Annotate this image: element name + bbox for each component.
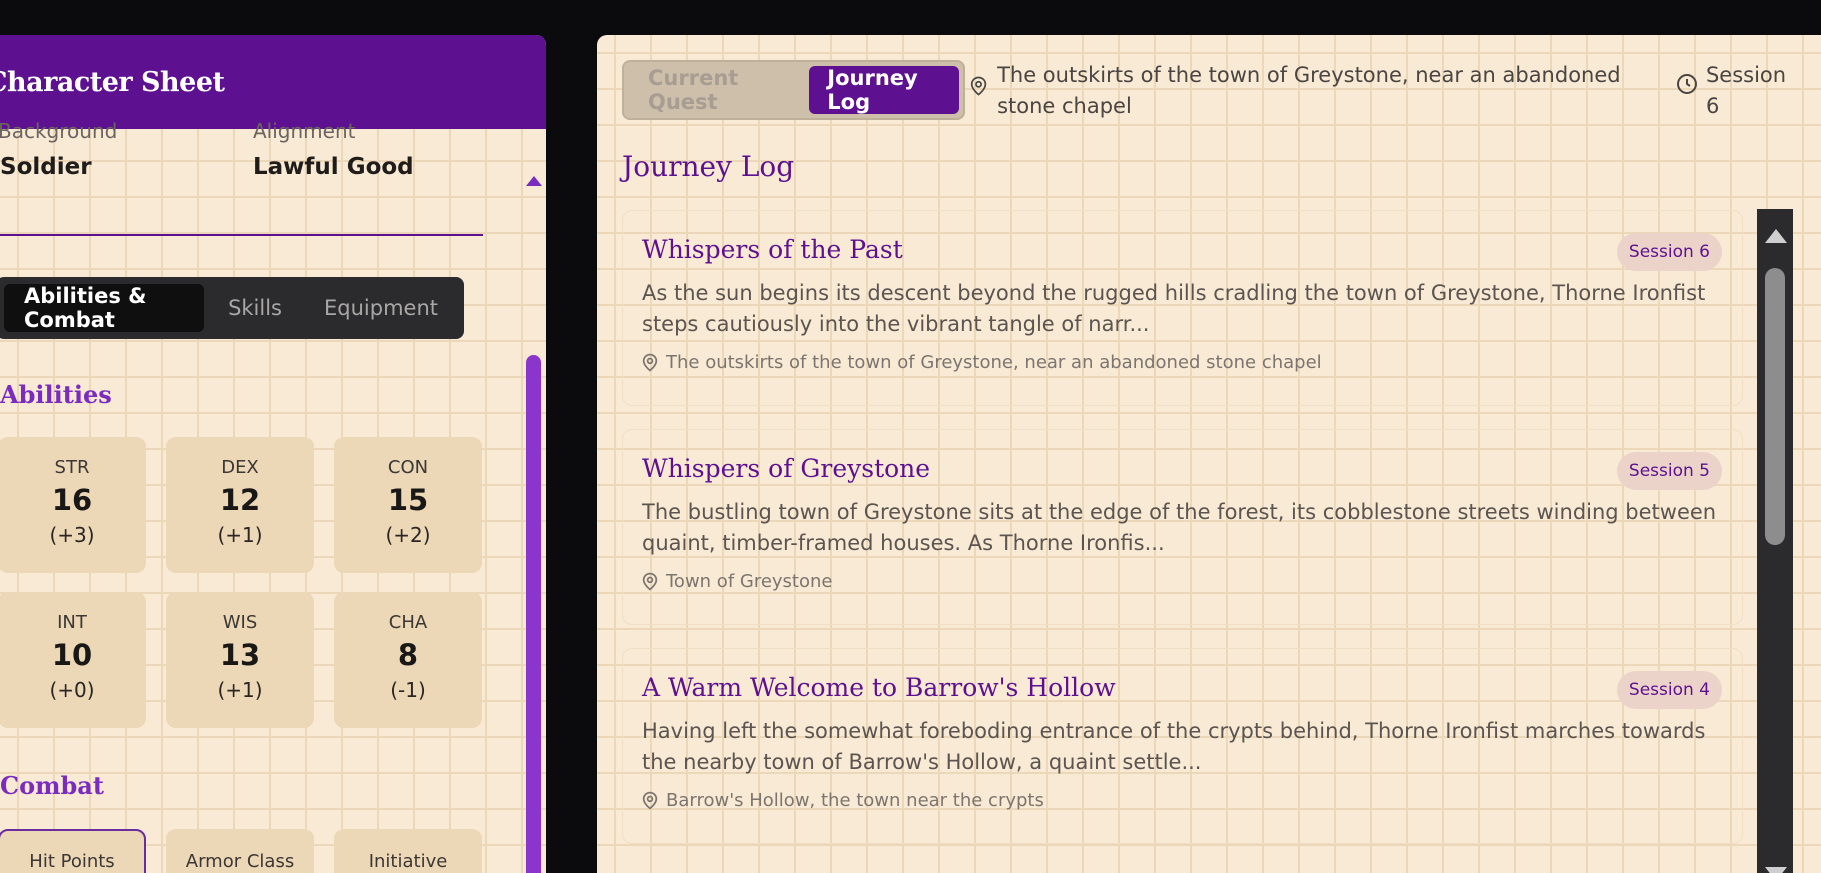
ability-modifier: (+1)	[217, 523, 263, 547]
ability-name: STR	[54, 457, 90, 478]
entry-location: Barrow's Hollow, the town near the crypt…	[642, 790, 1722, 811]
session-badge: Session 6	[1616, 233, 1722, 271]
ability-modifier: (+0)	[49, 678, 95, 702]
ability-score: 15	[387, 483, 429, 517]
map-pin-icon	[970, 76, 987, 96]
session-badge: Session 4	[1616, 671, 1722, 709]
ability-name: DEX	[221, 457, 259, 478]
hit-points-label: Hit Points	[29, 851, 115, 872]
session-badge: Session 5	[1616, 452, 1722, 490]
ability-modifier: (+2)	[385, 523, 431, 547]
hit-points-card[interactable]: Hit Points	[0, 829, 146, 873]
entry-location: Town of Greystone	[642, 571, 1722, 592]
tab-equipment[interactable]: Equipment	[306, 284, 456, 332]
left-scrollbar-thumb[interactable]	[526, 355, 541, 873]
clock-icon	[1676, 74, 1697, 94]
current-location-text: The outskirts of the town of Greystone, …	[997, 63, 1621, 118]
journey-panel: Current Quest Journey Log The outskirts …	[597, 35, 1821, 873]
ability-card-dex[interactable]: DEX 12 (+1)	[166, 437, 314, 573]
ability-modifier: (+1)	[217, 678, 263, 702]
ability-card-str[interactable]: STR 16 (+3)	[0, 437, 146, 573]
scrollbar-thumb[interactable]	[1765, 268, 1785, 545]
entry-title: Whispers of Greystone	[642, 454, 931, 483]
current-session-text: Session 6	[1705, 63, 1787, 118]
background-value: Soldier	[0, 154, 92, 180]
journey-entry[interactable]: A Warm Welcome to Barrow's Hollow Sessio…	[622, 648, 1743, 844]
armor-class-card[interactable]: Armor Class	[166, 829, 314, 873]
alignment-label: Alignment	[253, 119, 356, 143]
ability-name: INT	[57, 612, 87, 633]
entry-location-text: Town of Greystone	[666, 571, 833, 592]
map-pin-icon	[642, 572, 658, 591]
entry-text: As the sun begins its descent beyond the…	[642, 281, 1706, 336]
character-sheet-header: Character Sheet	[0, 35, 546, 129]
current-session: Session 6	[1676, 60, 1806, 122]
scroll-down-arrow-icon[interactable]	[1765, 867, 1787, 873]
scroll-up-arrow-icon[interactable]	[526, 176, 542, 186]
entry-text: The bustling town of Greystone sits at t…	[642, 500, 1717, 555]
journey-scrollbar[interactable]	[1757, 209, 1793, 873]
tab-abilities-combat[interactable]: Abilities & Combat	[4, 284, 205, 332]
ability-modifier: (-1)	[390, 678, 426, 702]
journey-entry[interactable]: Whispers of Greystone Session 5 The bust…	[622, 429, 1743, 625]
entry-title: Whispers of the Past	[642, 235, 903, 264]
character-sheet-title: Character Sheet	[0, 66, 225, 98]
map-pin-icon	[642, 353, 658, 372]
entry-location: The outskirts of the town of Greystone, …	[642, 352, 1722, 373]
ability-name: CHA	[388, 612, 428, 633]
ability-name: CON	[387, 457, 429, 478]
ability-name: WIS	[222, 612, 258, 633]
current-location: The outskirts of the town of Greystone, …	[970, 60, 1650, 122]
ability-card-cha[interactable]: CHA 8 (-1)	[334, 592, 482, 728]
journey-entry[interactable]: Whispers of the Past Session 6 As the su…	[622, 210, 1743, 406]
initiative-label: Initiative	[368, 851, 448, 872]
tab-journey-log[interactable]: Journey Log	[809, 66, 959, 114]
journey-log-title: Journey Log	[622, 150, 795, 183]
armor-class-label: Armor Class	[185, 851, 295, 872]
journey-tabs: Current Quest Journey Log	[622, 60, 965, 120]
entry-location-text: Barrow's Hollow, the town near the crypt…	[666, 790, 1044, 811]
map-pin-icon	[642, 791, 658, 810]
entry-title: A Warm Welcome to Barrow's Hollow	[642, 673, 1116, 702]
entry-text: Having left the somewhat foreboding entr…	[642, 719, 1706, 774]
ability-score: 10	[51, 638, 93, 672]
abilities-title: Abilities	[0, 380, 112, 409]
ability-card-int[interactable]: INT 10 (+0)	[0, 592, 146, 728]
background-label: Background	[0, 119, 118, 143]
ability-score: 16	[51, 483, 93, 517]
character-sheet-panel: Character Sheet Background Soldier Align…	[0, 35, 546, 873]
character-sheet-body: Background Soldier Alignment Lawful Good…	[0, 119, 546, 873]
entry-location-text: The outskirts of the town of Greystone, …	[666, 352, 1322, 373]
ability-card-wis[interactable]: WIS 13 (+1)	[166, 592, 314, 728]
ability-card-con[interactable]: CON 15 (+2)	[334, 437, 482, 573]
ability-score: 8	[397, 638, 419, 672]
initiative-card[interactable]: Initiative	[334, 829, 482, 873]
ability-score: 12	[219, 483, 261, 517]
tab-skills[interactable]: Skills	[210, 284, 300, 332]
alignment-value: Lawful Good	[253, 154, 414, 180]
ability-score: 13	[219, 638, 261, 672]
ability-modifier: (+3)	[49, 523, 95, 547]
character-tabs: Abilities & Combat Skills Equipment	[0, 277, 464, 339]
tab-current-quest[interactable]: Current Quest	[628, 66, 803, 114]
combat-title: Combat	[0, 771, 104, 800]
section-divider	[0, 234, 483, 236]
scroll-up-arrow-icon[interactable]	[1765, 229, 1787, 243]
